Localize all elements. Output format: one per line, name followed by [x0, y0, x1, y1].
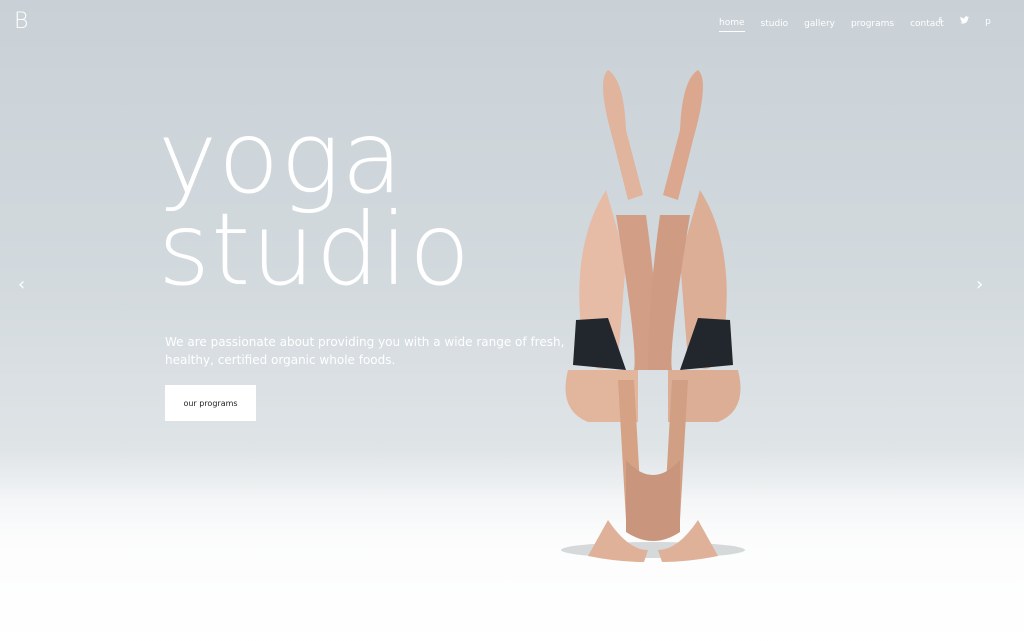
slider-next-arrow[interactable]: ›	[976, 276, 983, 294]
our-programs-button[interactable]: our programs	[165, 385, 256, 421]
hero-title-line-2: studio	[158, 191, 472, 308]
twitter-icon[interactable]	[959, 15, 969, 29]
yoga-pose-image	[561, 70, 745, 562]
site-logo[interactable]: B	[14, 10, 34, 34]
floor-background	[0, 488, 1024, 641]
slider-prev-arrow[interactable]: ‹	[18, 276, 25, 294]
main-navigation: home studio gallery programs contact	[719, 17, 944, 32]
nav-home[interactable]: home	[719, 17, 745, 32]
twitter-bird-icon	[959, 16, 969, 24]
facebook-icon[interactable]: f	[935, 15, 945, 29]
nav-studio[interactable]: studio	[761, 18, 789, 32]
nav-gallery[interactable]: gallery	[804, 18, 835, 32]
hero-slider: B home studio gallery programs contact f…	[0, 0, 1024, 641]
nav-programs[interactable]: programs	[851, 18, 894, 32]
hero-headline: yoga studio	[158, 108, 472, 308]
pinterest-icon[interactable]: p	[983, 15, 993, 29]
hero-tagline: We are passionate about providing you wi…	[165, 335, 565, 367]
social-links: f p	[935, 15, 993, 29]
